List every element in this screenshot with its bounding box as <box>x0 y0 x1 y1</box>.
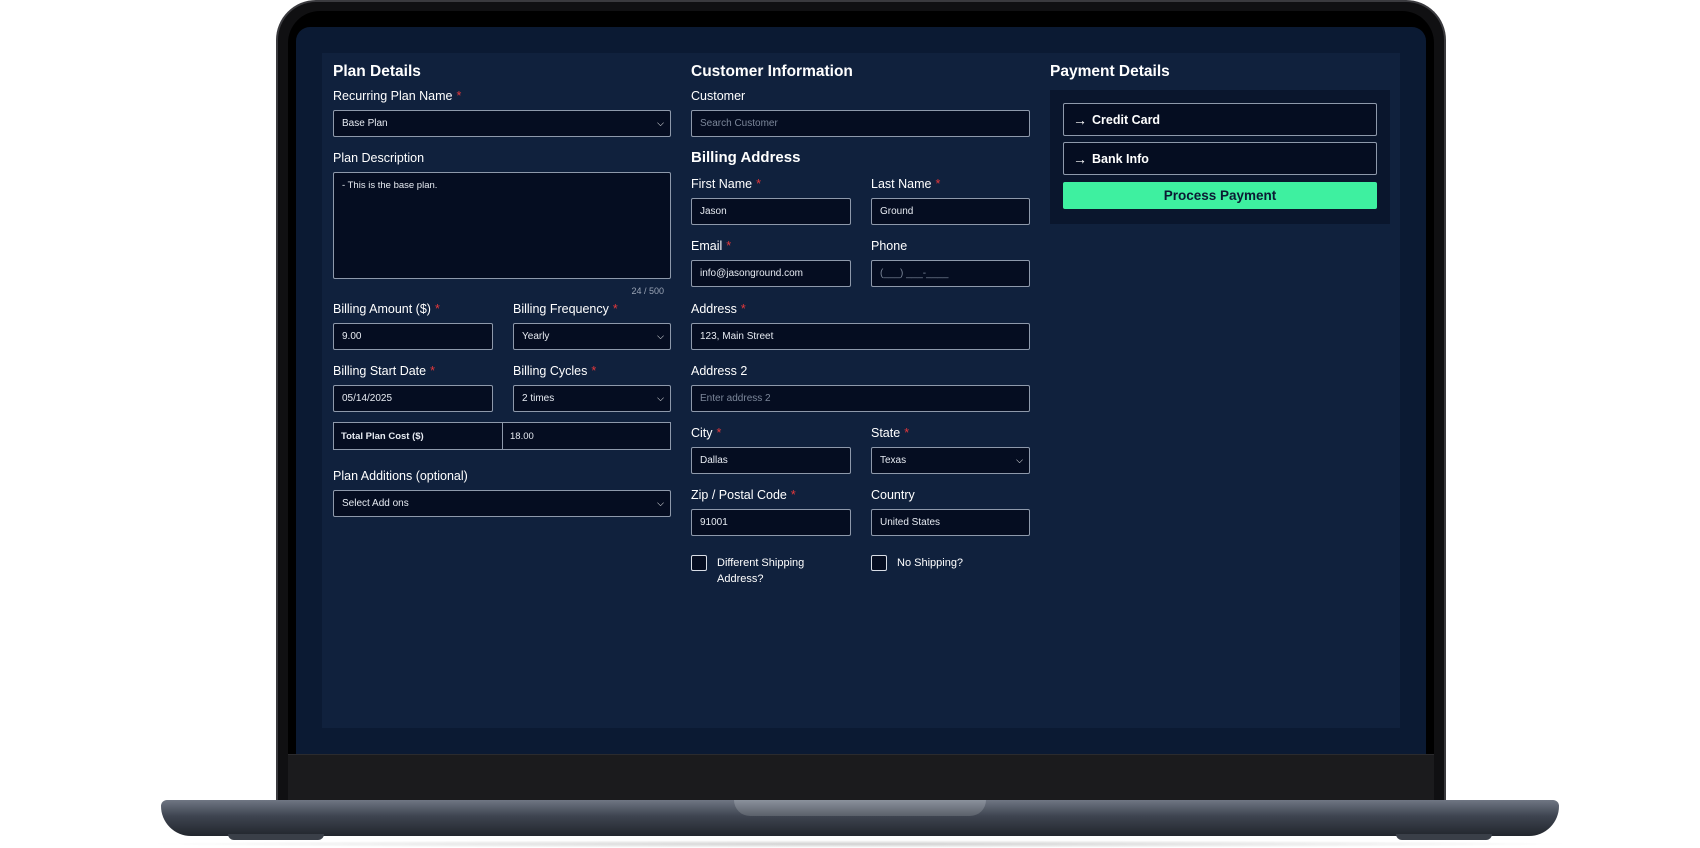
total-plan-cost-label: Total Plan Cost ($) <box>334 423 503 449</box>
arrow-right-icon: → <box>1073 150 1087 167</box>
char-counter: 24 / 500 <box>631 286 664 296</box>
customer-information-title: Customer Information <box>691 63 853 80</box>
laptop-notch <box>734 800 986 816</box>
total-plan-cost-value: 18.00 <box>510 430 534 442</box>
customer-label: Customer <box>691 89 746 103</box>
payment-options-box: → Credit Card → Bank Info Process Paymen… <box>1050 90 1390 224</box>
credit-card-button[interactable]: → Credit Card <box>1063 103 1377 136</box>
arrow-right-icon: → <box>1073 111 1087 128</box>
laptop-shadow <box>140 840 1580 848</box>
city-label: City * <box>691 426 722 440</box>
billing-start-date-input[interactable]: 05/14/2025 <box>333 385 493 412</box>
billing-cycles-select[interactable]: 2 times ⌵ <box>513 385 671 412</box>
billing-frequency-select[interactable]: Yearly ⌵ <box>513 323 671 350</box>
process-payment-button[interactable]: Process Payment <box>1063 182 1377 209</box>
billing-start-date-label: Billing Start Date * <box>333 364 435 378</box>
email-label: Email * <box>691 239 732 253</box>
chevron-down-icon: ⌵ <box>1016 455 1023 465</box>
address2-label: Address 2 <box>691 364 748 378</box>
first-name-label: First Name * <box>691 177 761 191</box>
no-shipping-label: No Shipping? <box>897 557 964 569</box>
recurring-plan-name-label: Recurring Plan Name * <box>333 89 462 103</box>
chevron-down-icon: ⌵ <box>657 331 664 341</box>
phone-input[interactable]: (___) ___-____ <box>871 260 1030 287</box>
billing-cycles-label: Billing Cycles * <box>513 364 597 378</box>
billing-amount-label: Billing Amount ($) * <box>333 302 440 316</box>
plan-description-label: Plan Description <box>333 151 425 165</box>
plan-description-textarea[interactable]: - This is the base plan. <box>333 172 671 279</box>
phone-label: Phone <box>871 239 908 253</box>
different-shipping-label: Different Shipping Address? <box>717 557 805 585</box>
checkbox-box[interactable] <box>871 555 887 571</box>
address2-input[interactable]: Enter address 2 <box>691 385 1030 412</box>
different-shipping-checkbox[interactable]: Different Shipping Address? <box>691 555 851 587</box>
billing-frequency-label: Billing Frequency * <box>513 302 618 316</box>
checkbox-box[interactable] <box>691 555 707 571</box>
payment-details-title: Payment Details <box>1050 63 1170 80</box>
customer-search-input[interactable]: Search Customer <box>691 110 1030 137</box>
plan-additions-label: Plan Additions (optional) <box>333 469 468 483</box>
last-name-input[interactable]: Ground <box>871 198 1030 225</box>
billing-amount-input[interactable]: 9.00 <box>333 323 493 350</box>
chevron-down-icon: ⌵ <box>657 118 664 128</box>
no-shipping-checkbox[interactable]: No Shipping? <box>871 555 963 571</box>
laptop-screen: Plan Details Recurring Plan Name * Base P… <box>296 27 1426 754</box>
total-plan-cost-row: Total Plan Cost ($) 18.00 <box>333 422 671 450</box>
plan-additions-select[interactable]: Select Add ons ⌵ <box>333 490 671 517</box>
address-label: Address * <box>691 302 746 316</box>
zip-label: Zip / Postal Code * <box>691 488 796 502</box>
country-label: Country <box>871 488 915 502</box>
state-label: State * <box>871 426 910 440</box>
last-name-label: Last Name * <box>871 177 941 191</box>
country-input[interactable]: United States <box>871 509 1030 536</box>
chevron-down-icon: ⌵ <box>657 498 664 508</box>
recurring-plan-name-select[interactable]: Base Plan ⌵ <box>333 110 671 137</box>
address-input[interactable]: 123, Main Street <box>691 323 1030 350</box>
billing-address-title: Billing Address <box>691 149 801 166</box>
recurring-plan-form: Plan Details Recurring Plan Name * Base P… <box>322 53 1400 728</box>
first-name-input[interactable]: Jason <box>691 198 851 225</box>
chevron-down-icon: ⌵ <box>657 393 664 403</box>
email-input[interactable]: info@jasonground.com <box>691 260 851 287</box>
bank-info-button[interactable]: → Bank Info <box>1063 142 1377 175</box>
zip-input[interactable]: 91001 <box>691 509 851 536</box>
city-input[interactable]: Dallas <box>691 447 851 474</box>
laptop-chin <box>288 754 1434 806</box>
plan-details-title: Plan Details <box>333 63 421 80</box>
state-select[interactable]: Texas ⌵ <box>871 447 1030 474</box>
